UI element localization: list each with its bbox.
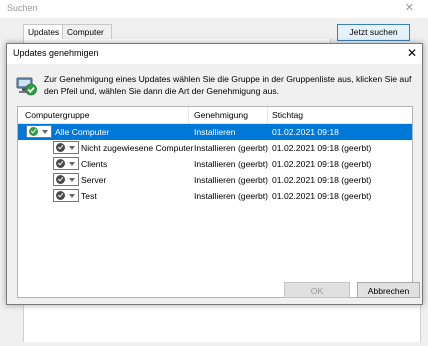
dialog-titlebar: Updates genehmigen ✕ [7, 44, 422, 64]
deadline-value: 01.02.2021 09:18 (geerbt) [272, 175, 372, 185]
table-row[interactable]: Nicht zugewiesene Computer Installieren … [18, 140, 412, 156]
group-name: Nicht zugewiesene Computer [81, 143, 194, 153]
column-divider[interactable] [188, 107, 189, 123]
check-gray-icon [56, 191, 65, 200]
column-header-group[interactable]: Computergruppe [25, 110, 90, 120]
approval-dropdown[interactable] [53, 157, 79, 170]
search-window-close-icon[interactable]: ✕ [405, 1, 414, 14]
chevron-down-icon [69, 162, 75, 166]
table-row[interactable]: Test Installieren (geerbt) 01.02.2021 09… [18, 188, 412, 204]
approval-value: Installieren (geerbt) [194, 159, 269, 169]
dialog-close-icon[interactable]: ✕ [407, 46, 417, 60]
approval-dropdown[interactable] [53, 189, 79, 202]
tab-computer[interactable]: Computer [62, 24, 112, 40]
column-header-approval[interactable]: Genehmigung [194, 110, 248, 120]
approval-value: Installieren (geerbt) [194, 143, 269, 153]
chevron-down-icon [69, 194, 75, 198]
check-gray-icon [56, 175, 65, 184]
deadline-value: 01.02.2021 09:18 (geerbt) [272, 159, 372, 169]
computer-approval-icon [16, 77, 37, 96]
approval-dropdown[interactable] [26, 125, 52, 138]
search-now-button[interactable]: Jetzt suchen [337, 24, 410, 41]
approval-dropdown[interactable] [53, 173, 79, 186]
column-divider[interactable] [267, 107, 268, 123]
group-name: Clients [81, 159, 108, 169]
deadline-value: 01.02.2021 09:18 [272, 127, 339, 137]
table-row[interactable]: Alle Computer Installieren 01.02.2021 09… [18, 124, 412, 140]
check-green-icon [29, 127, 38, 136]
instruction-text: Zur Genehmigung eines Updates wählen Sie… [44, 74, 412, 96]
tab-updates[interactable]: Updates [23, 24, 63, 39]
check-gray-icon [56, 159, 65, 168]
approval-value: Installieren (geerbt) [194, 175, 269, 185]
group-name: Alle Computer [55, 127, 110, 137]
group-name: Server [81, 175, 107, 185]
chevron-down-icon [42, 130, 48, 134]
search-results-area [23, 304, 421, 342]
column-header-deadline[interactable]: Stichtag [272, 110, 303, 120]
table-header: Computergruppe Genehmigung Stichtag [18, 107, 412, 124]
table-row[interactable]: Clients Installieren (geerbt) 01.02.2021… [18, 156, 412, 172]
search-window-titlebar: Suchen ✕ [0, 0, 428, 18]
dialog-title: Updates genehmigen [13, 48, 99, 58]
table-row[interactable]: Server Installieren (geerbt) 01.02.2021 … [18, 172, 412, 188]
cancel-button[interactable]: Abbrechen [357, 282, 420, 298]
deadline-value: 01.02.2021 09:18 (geerbt) [272, 191, 372, 201]
search-window-title: Suchen [7, 3, 38, 13]
group-name: Test [81, 191, 97, 201]
approval-value: Installieren (geerbt) [194, 191, 269, 201]
chevron-down-icon [69, 178, 75, 182]
approval-value: Installieren [194, 127, 236, 137]
ok-button[interactable]: OK [284, 282, 350, 298]
check-gray-icon [56, 143, 65, 152]
approval-dropdown[interactable] [53, 141, 79, 154]
computer-group-table[interactable]: Computergruppe Genehmigung Stichtag Alle… [17, 106, 413, 298]
approve-updates-dialog: Updates genehmigen ✕ Zur Genehmigung ein… [6, 43, 423, 305]
chevron-down-icon [69, 146, 75, 150]
deadline-value: 01.02.2021 09:18 (geerbt) [272, 143, 372, 153]
